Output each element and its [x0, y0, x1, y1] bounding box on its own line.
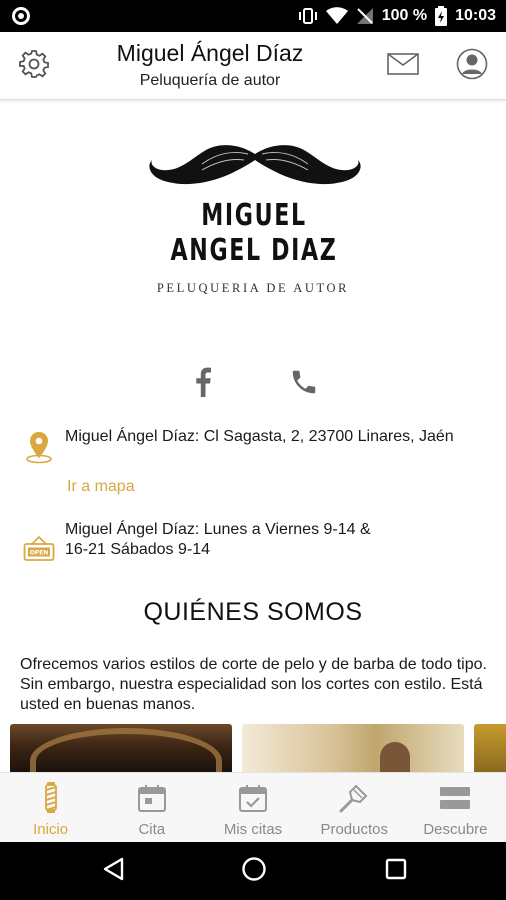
photo-gallery[interactable]: [0, 724, 506, 772]
nav-label: Cita: [138, 821, 166, 838]
nav-item-mis-citas[interactable]: Mis citas: [202, 773, 303, 842]
signal-icon: [356, 7, 374, 25]
bottom-nav: Inicio Cita Mis citas Productos Descubre: [0, 772, 506, 842]
nav-item-productos[interactable]: Productos: [304, 773, 405, 842]
about-text: Ofrecemos varios estilos de corte de pel…: [20, 656, 487, 713]
nav-label: Productos: [320, 821, 388, 838]
svg-text:OPEN: OPEN: [30, 550, 49, 557]
hours-row: OPEN Miguel Ángel Díaz: Lunes a Viernes …: [22, 520, 492, 564]
address-row: Miguel Ángel Díaz: Cl Sagasta, 2, 23700 …: [22, 426, 492, 466]
brand-tagline: PELUQUERIA DE AUTOR: [156, 281, 350, 295]
back-icon: [102, 857, 124, 886]
page-subtitle: Peluquería de autor: [139, 72, 281, 89]
battery-label: 100 %: [381, 7, 428, 24]
settings-button[interactable]: [16, 48, 52, 84]
map-link[interactable]: Ir a mapa: [67, 478, 135, 496]
nav-label: Mis citas: [223, 821, 283, 838]
clock: 10:03: [455, 7, 496, 24]
hours-text: Miguel Ángel Díaz: Lunes a Viernes 9-14 …: [65, 520, 445, 560]
gallery-photo[interactable]: [10, 724, 232, 772]
open-sign-icon: OPEN: [22, 532, 56, 566]
barber-pole-icon: [35, 782, 67, 814]
battery-icon: [435, 6, 448, 26]
notification-icon: [12, 7, 30, 25]
wifi-icon: [325, 7, 348, 25]
about-title: QUIÉNES SOMOS: [143, 598, 363, 626]
brand-logo: [140, 140, 370, 205]
facebook-button[interactable]: [190, 366, 216, 402]
call-button[interactable]: [286, 366, 322, 402]
nav-label: Descubre: [423, 821, 488, 838]
location-pin-icon: [22, 430, 56, 464]
status-bar: 100 % 10:03: [0, 0, 506, 32]
page-title: Miguel Ángel Díaz: [116, 40, 304, 66]
hours-line-2: 16-21 Sábados 9-14: [65, 541, 210, 558]
home-icon: [241, 856, 267, 887]
vibrate-icon: [298, 7, 318, 25]
calendar-check-icon: [237, 782, 269, 814]
gallery-photo[interactable]: [242, 724, 464, 772]
phone-icon: [289, 367, 319, 402]
brand-name: MIGUEL ANGEL DIAZ: [170, 198, 338, 268]
facebook-icon: [195, 367, 211, 402]
address-text: Miguel Ángel Díaz: Cl Sagasta, 2, 23700 …: [65, 428, 454, 445]
gear-icon: [19, 49, 49, 84]
gallery-photo[interactable]: [474, 724, 506, 772]
home-button[interactable]: [239, 856, 269, 886]
recents-icon: [385, 858, 407, 885]
razor-icon: [338, 782, 370, 814]
messages-button[interactable]: [385, 48, 421, 84]
back-button[interactable]: [98, 856, 128, 886]
mail-icon: [387, 52, 419, 80]
menu-icon: [439, 782, 471, 814]
profile-button[interactable]: [454, 48, 490, 84]
nav-item-inicio[interactable]: Inicio: [0, 773, 101, 842]
system-nav-bar: [0, 842, 506, 900]
recents-button[interactable]: [381, 856, 411, 886]
hours-line-1: Miguel Ángel Díaz: Lunes a Viernes 9-14 …: [65, 521, 371, 538]
user-icon: [456, 48, 488, 85]
nav-item-cita[interactable]: Cita: [101, 773, 202, 842]
calendar-icon: [136, 782, 168, 814]
mustache-icon: [149, 145, 361, 185]
nav-item-descubre[interactable]: Descubre: [405, 773, 506, 842]
nav-label: Inicio: [33, 821, 69, 838]
app-header: Miguel Ángel Díaz Peluquería de autor: [0, 32, 506, 100]
